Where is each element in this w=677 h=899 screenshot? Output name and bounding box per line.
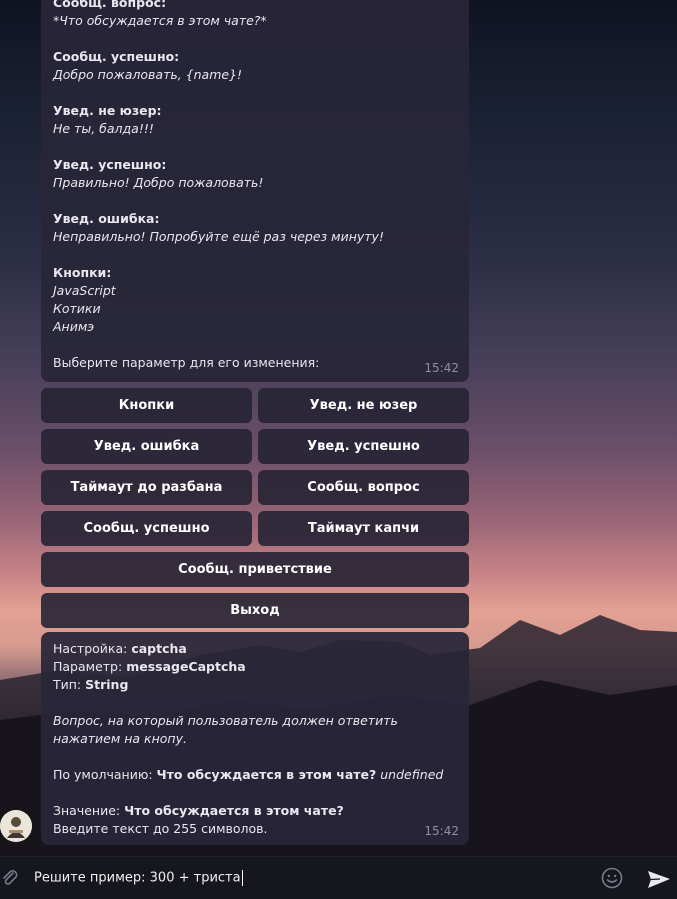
kb-button-notify-success[interactable]: Увед. успешно (258, 429, 469, 464)
prompt-text: Выберите параметр для его изменения: (53, 355, 320, 370)
kb-button-buttons[interactable]: Кнопки (41, 388, 252, 423)
field-value: *Что обсуждается в этом чате?* (53, 13, 267, 28)
kb-button-notify-not-user[interactable]: Увед. не юзер (258, 388, 469, 423)
default-extra: undefined (380, 767, 444, 782)
field-key: Увед. не юзер: (53, 103, 162, 118)
param-line: Параметр: messageCaptcha (53, 659, 246, 674)
message-input[interactable]: Решите пример: 300 + триста (34, 870, 243, 886)
value-line: Значение: Что обсуждается в этом чате? (53, 803, 344, 818)
send-icon[interactable] (646, 868, 672, 892)
default-line: По умолчанию: Что обсуждается в этом чат… (53, 767, 444, 782)
avatar[interactable] (0, 810, 32, 842)
emoji-icon[interactable] (601, 867, 623, 889)
field-key: Увед. ошибка: (53, 211, 160, 226)
kb-button-exit[interactable]: Выход (41, 593, 469, 628)
field-value: Правильно! Добро пожаловать! (53, 175, 264, 190)
message-time: 15:42 (424, 361, 459, 375)
button-value: Анимэ (53, 319, 95, 334)
default-value: Что обсуждается в этом чате? (156, 767, 377, 782)
setting-value: captcha (131, 641, 187, 656)
bot-message-parameter: Настройка: captcha Параметр: messageCapt… (41, 632, 469, 845)
type-line: Тип: String (53, 677, 129, 692)
field-value: Добро пожаловать, {name}! (53, 67, 243, 82)
kb-button-message-success[interactable]: Сообщ. успешно (41, 511, 252, 546)
message-input-bar: Решите пример: 300 + триста (0, 856, 677, 899)
buttons-key: Кнопки: (53, 265, 112, 280)
message-time: 15:42 (424, 824, 459, 838)
field-key: Сообщ. вопрос: (53, 0, 167, 10)
text-caret (241, 870, 243, 886)
setting-line: Настройка: captcha (53, 641, 187, 656)
kb-button-unban-timeout[interactable]: Таймаут до разбана (41, 470, 252, 505)
button-value: JavaScript (53, 283, 116, 298)
bot-message-settings: Сообщ. вопрос: *Что обсуждается в этом ч… (41, 0, 469, 382)
attach-icon[interactable] (0, 868, 20, 888)
kb-button-greeting[interactable]: Сообщ. приветствие (41, 552, 469, 587)
field-value: Неправильно! Попробуйте ещё раз через ми… (53, 229, 384, 244)
kb-button-captcha-timeout[interactable]: Таймаут капчи (258, 511, 469, 546)
current-value: Что обсуждается в этом чате? (124, 803, 344, 818)
button-value: Котики (53, 301, 101, 316)
field-value: Не ты, балда!!! (53, 121, 154, 136)
kb-button-notify-error[interactable]: Увед. ошибка (41, 429, 252, 464)
field-key: Увед. успешно: (53, 157, 167, 172)
input-hint: Введите текст до 255 символов. (53, 821, 268, 836)
field-key: Сообщ. успешно: (53, 49, 180, 64)
kb-button-message-question[interactable]: Сообщ. вопрос (258, 470, 469, 505)
type-value: String (85, 677, 129, 692)
param-description: Вопрос, на который пользователь должен о… (53, 713, 398, 746)
param-value: messageCaptcha (126, 659, 246, 674)
